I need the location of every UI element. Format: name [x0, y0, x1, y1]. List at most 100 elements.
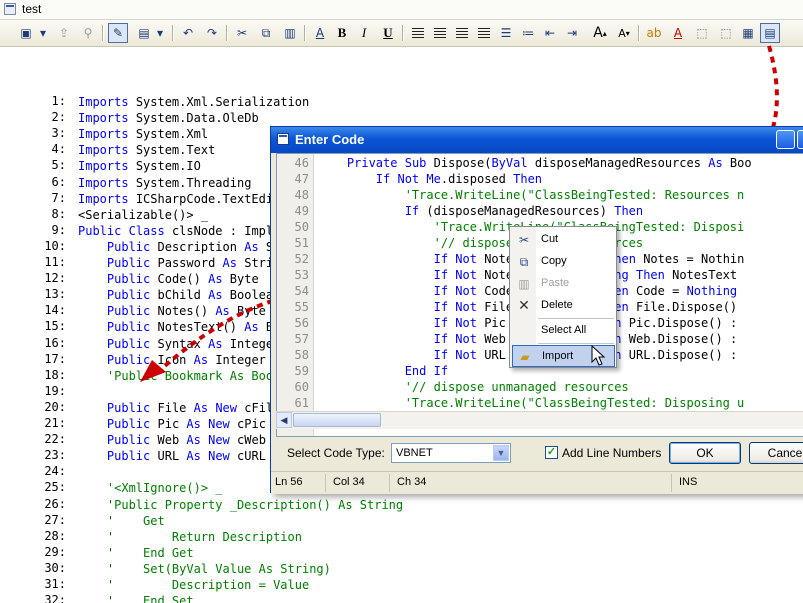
- menu-item-copy[interactable]: ⧉ Copy: [512, 251, 615, 273]
- line-number: 2:: [51, 110, 66, 125]
- add-line-numbers-label[interactable]: Add Line Numbers: [562, 446, 661, 460]
- code-line: ' Return Description: [106, 529, 302, 544]
- toolbar-separator: [638, 25, 640, 41]
- scroll-left-icon[interactable]: ◀: [276, 412, 292, 428]
- dialog-code-line: If (disposeManagedResources) Then: [404, 204, 644, 218]
- redo-icon[interactable]: ↷: [202, 23, 222, 43]
- bullet-list-icon[interactable]: ☰: [496, 23, 516, 43]
- status-separator: [389, 474, 390, 492]
- bold-button[interactable]: B: [332, 23, 352, 43]
- dialog-line-number: 57: [294, 332, 309, 346]
- status-mode: INS: [679, 476, 698, 488]
- database-icon[interactable]: ▣: [16, 23, 36, 43]
- line-number: 12:: [44, 271, 66, 286]
- line-number: 29:: [44, 544, 66, 559]
- menu-item-cut[interactable]: ✂ Cut: [512, 229, 615, 251]
- minimize-button[interactable]: [776, 130, 795, 149]
- font-size-decrease-button[interactable]: A ▾: [614, 23, 634, 43]
- code-line: Imports System.Text: [78, 143, 216, 158]
- line-number: 28:: [44, 528, 66, 543]
- line-number: 21:: [44, 416, 66, 430]
- line-number: 3:: [51, 126, 66, 141]
- dialog-line-number: 51: [294, 236, 309, 250]
- font-size-up-label: A: [593, 25, 603, 41]
- toolbar-separator: [102, 25, 104, 41]
- line-number: 19:: [44, 383, 66, 398]
- outdent-icon[interactable]: ⇤: [540, 23, 560, 43]
- paste-icon[interactable]: ▥: [280, 23, 300, 43]
- export-icon[interactable]: ⇪: [54, 23, 74, 43]
- code-line: Public Description As S: [106, 239, 273, 254]
- align-right-icon[interactable]: [452, 23, 472, 43]
- code-line: Public NotesText() As By: [106, 320, 280, 335]
- menu-item-delete[interactable]: ✕ Delete: [512, 295, 615, 317]
- undo-icon[interactable]: ↶: [178, 23, 198, 43]
- scissors-icon: ✂: [518, 233, 530, 247]
- code-line: 'Public Bookmark As Boo: [106, 368, 274, 383]
- code-line: Public Web As New cWeb: [106, 433, 266, 448]
- justify-icon[interactable]: [474, 23, 494, 43]
- toolbar-separator: [402, 25, 404, 41]
- line-number: 22:: [44, 432, 66, 447]
- underline-button[interactable]: U: [378, 23, 398, 43]
- menu-separator: [538, 343, 614, 344]
- scroll-thumb[interactable]: [293, 413, 381, 427]
- code-line: Imports System.Threading: [78, 175, 252, 190]
- indent-icon[interactable]: ⇥: [562, 23, 582, 43]
- new-document-icon[interactable]: ▤: [134, 23, 154, 43]
- dialog-line-number: 46: [294, 156, 309, 170]
- line-number: 25:: [44, 480, 66, 495]
- line-number: 13:: [44, 287, 66, 302]
- menu-item-select-all[interactable]: Select All: [512, 320, 615, 342]
- code-line: Imports System.Xml.Serialization: [78, 95, 310, 109]
- app-icon: [4, 3, 16, 15]
- dialog-title: Enter Code: [295, 132, 365, 147]
- maximize-button[interactable]: [797, 130, 803, 149]
- line-number: 30:: [44, 560, 66, 575]
- font-color-icon[interactable]: A: [668, 23, 688, 43]
- menu-item-label: Delete: [541, 299, 573, 311]
- cut-icon[interactable]: ✂: [232, 23, 252, 43]
- align-center-icon[interactable]: [430, 23, 450, 43]
- chevron-down-icon[interactable]: ▼: [493, 445, 509, 461]
- dialog-code-line: If Not Me.disposed Then: [375, 172, 543, 186]
- code-line: ' Description = Value: [106, 578, 310, 592]
- italic-button[interactable]: I: [354, 23, 374, 43]
- dropdown-arrow-icon[interactable]: ▾: [36, 23, 50, 43]
- table-icon[interactable]: ▦: [738, 23, 758, 43]
- line-number: 5:: [51, 158, 66, 173]
- dialog-line-number: 56: [294, 316, 309, 330]
- code-line: Imports System.IO: [78, 159, 201, 174]
- font-icon[interactable]: A: [310, 23, 330, 43]
- dialog-title-bar[interactable]: Enter Code: [271, 127, 803, 153]
- cancel-button[interactable]: Cance: [749, 442, 803, 464]
- dialog-code-line: 'Trace.WriteLine("ClassBeingTested: Reso…: [404, 188, 745, 202]
- code-line: <Serializable()> _: [78, 207, 209, 222]
- menu-item-paste[interactable]: ▥ Paste: [512, 273, 615, 295]
- picture-icon[interactable]: ⬚: [692, 23, 712, 43]
- dialog-line-number: 60: [294, 380, 309, 394]
- code-type-select[interactable]: VBNET ▼: [391, 443, 511, 463]
- line-number: 26:: [44, 496, 66, 511]
- line-number: 32:: [44, 593, 66, 603]
- dropdown-arrow-icon[interactable]: ▾: [154, 23, 166, 43]
- code-line: Public Icon As Integer: [106, 352, 266, 367]
- line-number: 1:: [51, 94, 66, 108]
- align-left-icon[interactable]: [408, 23, 428, 43]
- horizontal-scrollbar[interactable]: ◀: [276, 411, 803, 429]
- copy-icon[interactable]: ⧉: [256, 23, 276, 43]
- add-line-numbers-checkbox[interactable]: ✓: [545, 446, 558, 459]
- dialog-code-line: '// dispose unmanaged resources: [404, 380, 629, 394]
- mouse-cursor-icon: [591, 345, 606, 366]
- find-binoculars-icon[interactable]: ⚲: [78, 23, 98, 43]
- edit-mode-icon[interactable]: ✎: [108, 23, 128, 43]
- numbered-list-icon[interactable]: ≔: [518, 23, 538, 43]
- frame-icon[interactable]: ⬚: [716, 23, 736, 43]
- ok-button[interactable]: OK: [669, 442, 741, 464]
- select-code-type-label: Select Code Type:: [287, 446, 385, 460]
- insert-code-icon[interactable]: ▤: [760, 23, 780, 43]
- code-line: Public File As New cFile: [106, 400, 281, 415]
- dialog-line-number: 58: [294, 348, 309, 362]
- highlight-icon[interactable]: ab: [644, 23, 664, 43]
- font-size-increase-button[interactable]: A ▴: [590, 23, 610, 43]
